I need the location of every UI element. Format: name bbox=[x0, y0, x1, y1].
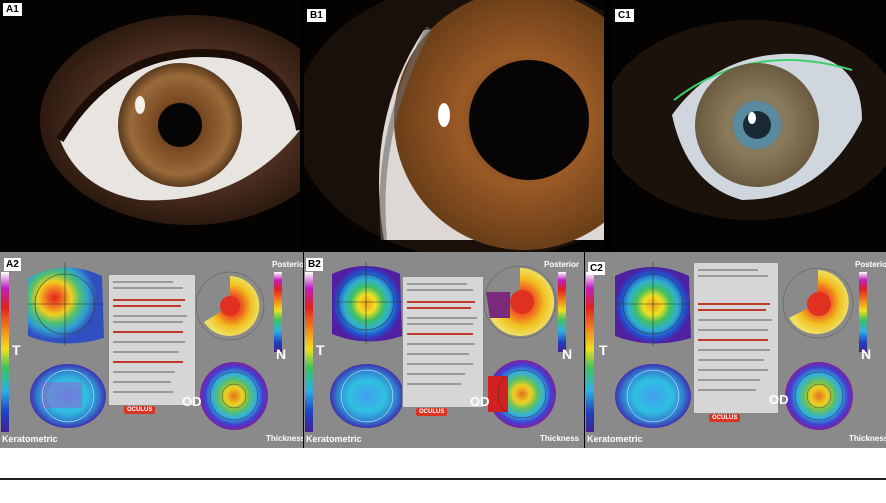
topography-row: OCULUS A2 T N OD Keratometric Posterior … bbox=[0, 252, 886, 448]
panel-label-a2: A2 bbox=[4, 258, 21, 271]
posterior-elevation-map bbox=[782, 267, 854, 339]
panel-label-c2: C2 bbox=[588, 262, 605, 275]
posterior-elevation-map bbox=[195, 271, 265, 341]
nasal-label: N bbox=[276, 346, 287, 362]
eye-photo-b1-image bbox=[304, 0, 604, 252]
measurement-table bbox=[402, 276, 484, 408]
thickness-label: Thickness bbox=[540, 434, 580, 443]
temporal-label: T bbox=[316, 342, 325, 358]
oculus-logo: OCULUS bbox=[416, 408, 448, 416]
keratometric-map bbox=[615, 364, 691, 428]
anterior-elevation-map bbox=[615, 262, 691, 346]
nasal-label: N bbox=[562, 346, 573, 362]
eye-photo-c1: C1 bbox=[612, 0, 886, 252]
measurement-table bbox=[693, 262, 779, 414]
eye-label: OD bbox=[769, 392, 789, 407]
panel-label-b2: B2 bbox=[306, 258, 323, 271]
pachymetry-map bbox=[785, 362, 853, 430]
topography-panel-a2: OCULUS A2 T N OD Keratometric Posterior … bbox=[0, 252, 303, 448]
color-scale-left bbox=[586, 272, 594, 432]
posterior-elevation-map bbox=[483, 265, 557, 339]
color-scale-right bbox=[859, 272, 867, 352]
topography-panel-c2: OCULUS C2 T N OD Keratometric Posterior … bbox=[585, 252, 886, 448]
pachymetry-map bbox=[488, 360, 556, 428]
thickness-label: Thickness bbox=[849, 434, 886, 443]
photo-label-b1: B1 bbox=[307, 9, 326, 22]
pachymetry-map bbox=[200, 362, 268, 430]
eye-photo-a1: A1 bbox=[0, 0, 300, 252]
topography-panel-b2: OCULUS B2 T N OD Keratometric Posterior … bbox=[304, 252, 584, 448]
thickness-label: Thickness bbox=[266, 434, 303, 443]
posterior-label: Posterior bbox=[855, 260, 886, 269]
keratometric-label: Keratometric bbox=[2, 434, 58, 444]
temporal-label: T bbox=[599, 342, 608, 358]
color-scale-left bbox=[305, 272, 313, 432]
keratometric-map bbox=[330, 364, 404, 428]
anterior-elevation-map bbox=[332, 262, 402, 344]
eye-photo-row: A1 B1 C1 bbox=[0, 0, 886, 252]
oculus-logo: OCULUS bbox=[124, 406, 156, 414]
eye-photo-c1-image bbox=[612, 0, 886, 252]
color-scale-left bbox=[1, 272, 9, 432]
eye-label: OD bbox=[182, 394, 202, 409]
posterior-label: Posterior bbox=[544, 260, 580, 269]
eye-photo-b1: B1 bbox=[304, 0, 604, 252]
keratometric-label: Keratometric bbox=[306, 434, 362, 444]
bottom-divider bbox=[0, 478, 886, 480]
posterior-label: Posterior bbox=[272, 260, 303, 269]
photo-label-a1: A1 bbox=[3, 3, 22, 16]
anterior-elevation-map bbox=[28, 262, 104, 346]
measurement-table bbox=[108, 274, 196, 406]
oculus-logo: OCULUS bbox=[709, 414, 741, 422]
keratometric-label: Keratometric bbox=[587, 434, 643, 444]
color-scale-right bbox=[558, 272, 566, 352]
nasal-label: N bbox=[861, 346, 872, 362]
temporal-label: T bbox=[12, 342, 21, 358]
color-scale-right bbox=[274, 272, 282, 352]
keratometric-map bbox=[30, 364, 106, 428]
eye-photo-a1-image bbox=[0, 0, 300, 252]
photo-label-c1: C1 bbox=[615, 9, 634, 22]
eye-label: OD bbox=[470, 394, 490, 409]
